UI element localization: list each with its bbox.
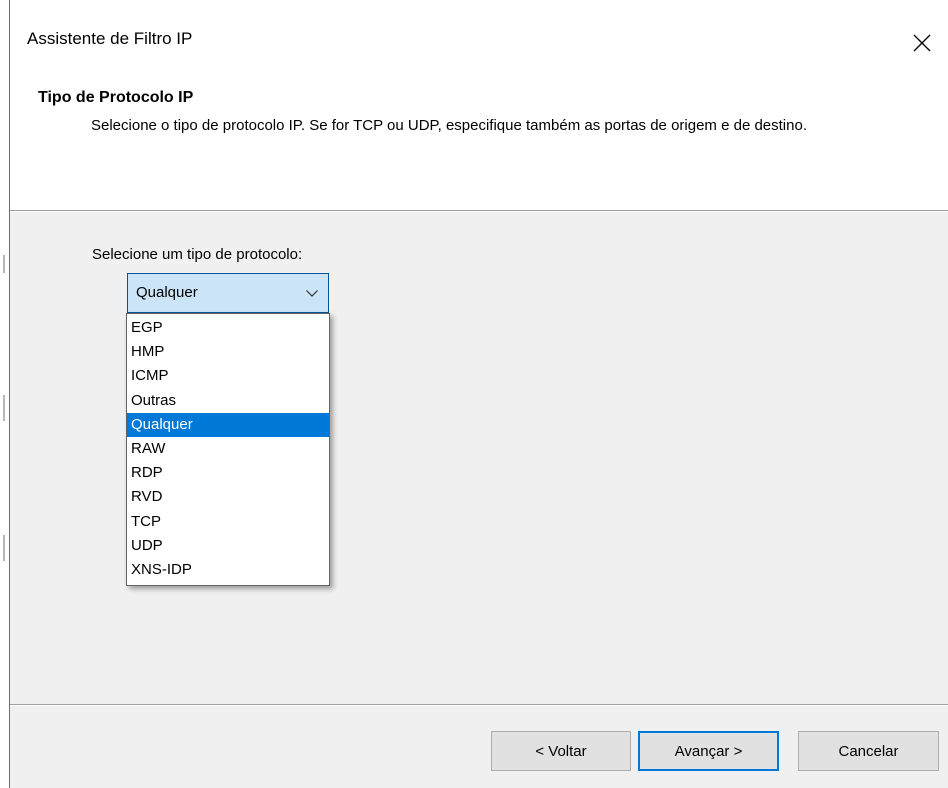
background-edge-mark <box>3 395 5 421</box>
protocol-option-hmp[interactable]: HMP <box>127 340 329 364</box>
close-button[interactable] <box>896 10 948 76</box>
protocol-type-selected-value: Qualquer <box>136 284 198 301</box>
back-button[interactable]: < Voltar <box>491 731 631 771</box>
title-bar[interactable]: Assistente de Filtro IP <box>10 10 948 76</box>
background-edge-mark <box>3 255 5 273</box>
protocol-option-egp[interactable]: EGP <box>127 316 329 340</box>
protocol-option-icmp[interactable]: ICMP <box>127 364 329 388</box>
protocol-option-udp[interactable]: UDP <box>127 534 329 558</box>
window-title: Assistente de Filtro IP <box>27 29 193 48</box>
protocol-type-combobox[interactable]: Qualquer <box>127 273 329 313</box>
next-button[interactable]: Avançar > <box>638 731 779 771</box>
background-window-edge <box>0 0 9 788</box>
protocol-type-label: Selecione um tipo de protocolo: <box>92 246 303 263</box>
footer-divider-highlight <box>10 705 948 706</box>
wizard-dialog: Assistente de Filtro IP Tipo de Protocol… <box>9 0 948 788</box>
protocol-option-rvd[interactable]: RVD <box>127 485 329 509</box>
protocol-option-raw[interactable]: RAW <box>127 437 329 461</box>
protocol-option-qualquer[interactable]: Qualquer <box>127 412 329 437</box>
protocol-option-tcp[interactable]: TCP <box>127 510 329 534</box>
cancel-button[interactable]: Cancelar <box>798 731 939 771</box>
page-description: Selecione o tipo de protocolo IP. Se for… <box>91 117 807 134</box>
header-divider-highlight <box>10 211 948 212</box>
protocol-option-rdp[interactable]: RDP <box>127 461 329 485</box>
page-title: Tipo de Protocolo IP <box>38 89 194 106</box>
close-icon <box>913 34 931 52</box>
protocol-type-dropdown-list[interactable]: EGP HMP ICMP Outras Qualquer RAW RDP RVD… <box>126 313 330 586</box>
background-edge-mark <box>3 535 5 561</box>
screen: Assistente de Filtro IP Tipo de Protocol… <box>0 0 948 788</box>
chevron-down-icon <box>306 290 318 297</box>
wizard-header: Tipo de Protocolo IP Selecione o tipo de… <box>10 76 948 210</box>
top-strip <box>10 0 948 10</box>
protocol-option-xns-idp[interactable]: XNS-IDP <box>127 558 329 582</box>
protocol-option-outras[interactable]: Outras <box>127 389 329 413</box>
